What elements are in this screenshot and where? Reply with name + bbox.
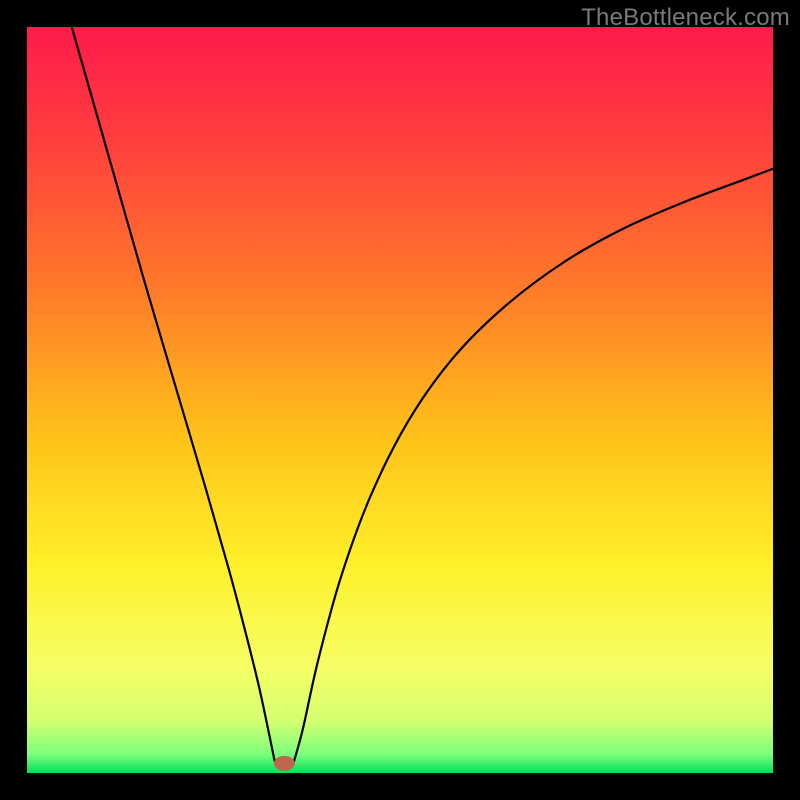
optimum-marker [274, 756, 295, 771]
gradient-background [27, 27, 773, 773]
chart-svg [27, 27, 773, 773]
watermark-text: TheBottleneck.com [581, 4, 790, 32]
chart-frame: TheBottleneck.com [0, 0, 800, 800]
plot-area [27, 27, 773, 773]
